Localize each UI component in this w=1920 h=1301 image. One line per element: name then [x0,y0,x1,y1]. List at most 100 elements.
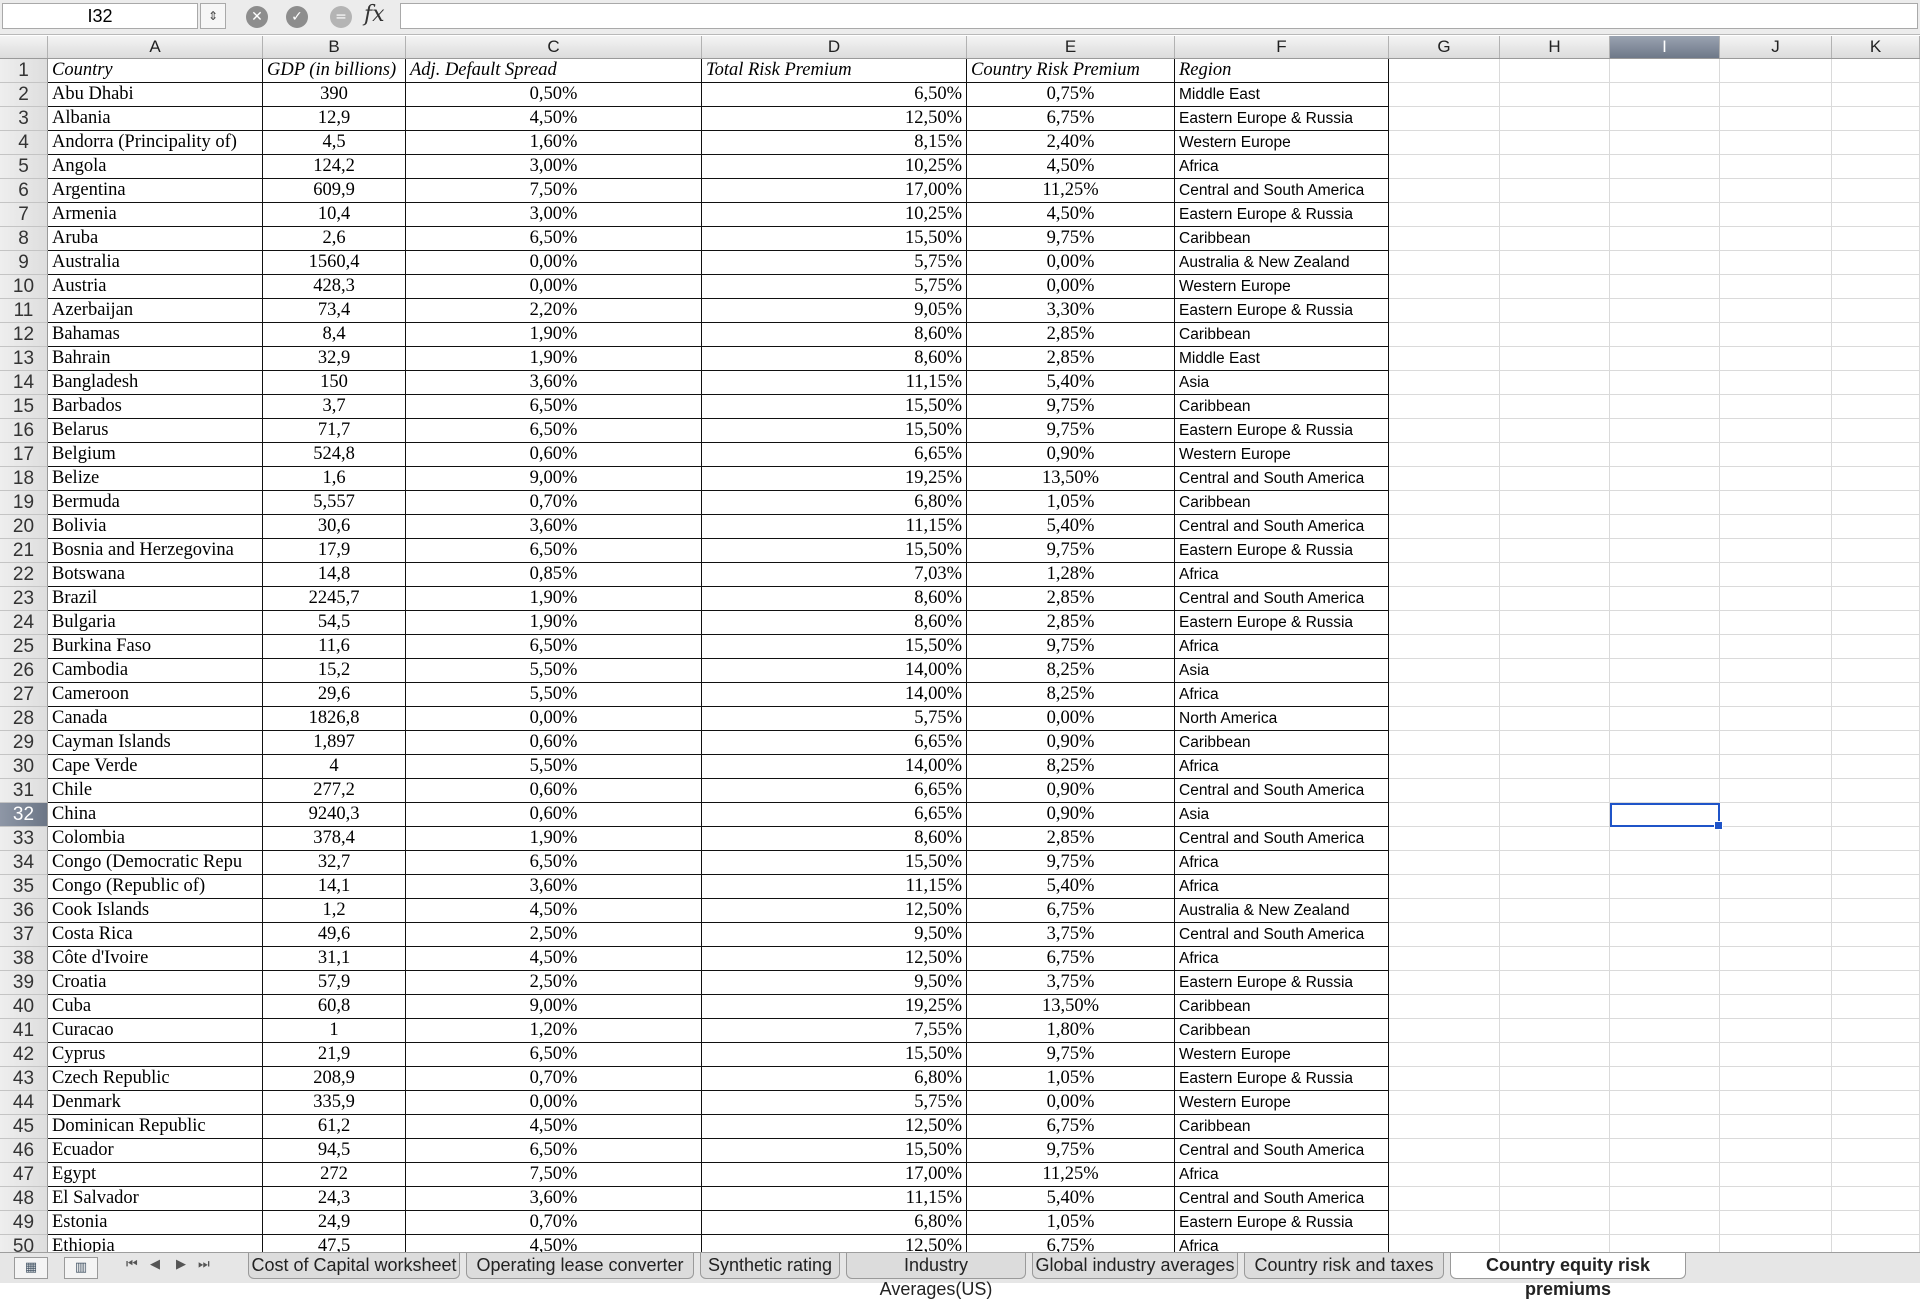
cell-empty[interactable] [1610,707,1720,731]
cell-crp[interactable]: 9,75% [967,1139,1175,1163]
cell-region[interactable]: Eastern Europe & Russia [1175,539,1389,563]
column-header-j[interactable]: J [1720,36,1832,58]
cell-trp[interactable]: 8,60% [702,827,967,851]
cell-empty[interactable] [1389,875,1500,899]
cell-crp[interactable]: 2,85% [967,347,1175,371]
cell-empty[interactable] [1389,563,1500,587]
row-number[interactable]: 20 [0,515,48,539]
cell-gdp[interactable]: 150 [263,371,406,395]
cell-empty[interactable] [1832,347,1920,371]
cell-spread[interactable]: Adj. Default Spread [406,59,702,83]
select-all-corner[interactable] [0,36,48,58]
cell-empty[interactable] [1720,587,1832,611]
cell-empty[interactable] [1610,875,1720,899]
cell-empty[interactable] [1832,779,1920,803]
cell-country[interactable]: Czech Republic [48,1067,263,1091]
cell-crp[interactable]: 1,05% [967,1211,1175,1235]
cell-empty[interactable] [1720,563,1832,587]
cell-region[interactable]: Caribbean [1175,227,1389,251]
cell-empty[interactable] [1610,1043,1720,1067]
cell-spread[interactable]: 0,60% [406,803,702,827]
cell-crp[interactable]: 11,25% [967,179,1175,203]
row-number[interactable]: 31 [0,779,48,803]
cell-empty[interactable] [1720,923,1832,947]
cell-empty[interactable] [1500,371,1610,395]
cell-empty[interactable] [1389,179,1500,203]
cell-region[interactable]: North America [1175,707,1389,731]
function-wizard-icon[interactable]: = [330,6,352,28]
cell-region[interactable]: Eastern Europe & Russia [1175,1211,1389,1235]
cell-empty[interactable] [1720,251,1832,275]
cell-empty[interactable] [1500,995,1610,1019]
cell-empty[interactable] [1500,1019,1610,1043]
cell-region[interactable]: Australia & New Zealand [1175,251,1389,275]
cell-empty[interactable] [1500,899,1610,923]
cell-empty[interactable] [1720,419,1832,443]
cell-empty[interactable] [1610,947,1720,971]
cell-trp[interactable]: 12,50% [702,107,967,131]
cell-spread[interactable]: 0,70% [406,491,702,515]
cell-gdp[interactable]: 2245,7 [263,587,406,611]
row-number[interactable]: 27 [0,683,48,707]
cell-empty[interactable] [1720,1115,1832,1139]
cell-gdp[interactable]: 1,2 [263,899,406,923]
cell-crp[interactable]: 0,90% [967,731,1175,755]
cell-country[interactable]: Cuba [48,995,263,1019]
cell-country[interactable]: Bahrain [48,347,263,371]
cell-empty[interactable] [1500,227,1610,251]
cell-empty[interactable] [1500,515,1610,539]
row-number[interactable]: 19 [0,491,48,515]
row-number[interactable]: 10 [0,275,48,299]
cell-empty[interactable] [1500,1139,1610,1163]
cell-trp[interactable]: 9,50% [702,923,967,947]
cell-gdp[interactable]: 1,6 [263,467,406,491]
cell-empty[interactable] [1500,443,1610,467]
cell-crp[interactable]: 11,25% [967,1163,1175,1187]
cell-trp[interactable]: 15,50% [702,395,967,419]
cell-crp[interactable]: 8,25% [967,755,1175,779]
cell-region[interactable]: Middle East [1175,347,1389,371]
cancel-x-icon[interactable]: ✕ [246,6,268,28]
cell-crp[interactable]: 9,75% [967,419,1175,443]
cell-crp[interactable]: 2,85% [967,323,1175,347]
row-number[interactable]: 4 [0,131,48,155]
cell-trp[interactable]: 6,80% [702,1211,967,1235]
cell-empty[interactable] [1832,203,1920,227]
cell-empty[interactable] [1389,299,1500,323]
cell-crp[interactable]: 3,30% [967,299,1175,323]
cell-empty[interactable] [1500,779,1610,803]
cell-empty[interactable] [1720,947,1832,971]
cell-crp[interactable]: 6,75% [967,899,1175,923]
cell-trp[interactable]: 5,75% [702,1091,967,1115]
cell-empty[interactable] [1832,155,1920,179]
cell-gdp[interactable]: 94,5 [263,1139,406,1163]
cell-empty[interactable] [1389,707,1500,731]
cell-country[interactable]: Angola [48,155,263,179]
cell-empty[interactable] [1389,971,1500,995]
cell-trp[interactable]: 8,60% [702,587,967,611]
row-number[interactable]: 17 [0,443,48,467]
cell-empty[interactable] [1610,1163,1720,1187]
row-number[interactable]: 32 [0,803,48,827]
cell-empty[interactable] [1610,179,1720,203]
cell-empty[interactable] [1720,443,1832,467]
cell-empty[interactable] [1832,611,1920,635]
cell-empty[interactable] [1389,83,1500,107]
cell-empty[interactable] [1720,395,1832,419]
column-header-b[interactable]: B [263,36,406,58]
cell-empty[interactable] [1500,155,1610,179]
cell-empty[interactable] [1389,347,1500,371]
cell-empty[interactable] [1389,539,1500,563]
cell-empty[interactable] [1610,779,1720,803]
cell-empty[interactable] [1832,251,1920,275]
cell-gdp[interactable]: 272 [263,1163,406,1187]
cell-trp[interactable]: 12,50% [702,1115,967,1139]
cell-empty[interactable] [1832,1115,1920,1139]
cell-crp[interactable]: 8,25% [967,683,1175,707]
cell-region[interactable]: Asia [1175,803,1389,827]
cell-empty[interactable] [1720,1043,1832,1067]
cell-country[interactable]: Aruba [48,227,263,251]
cell-empty[interactable] [1720,515,1832,539]
cell-trp[interactable]: 15,50% [702,1043,967,1067]
cell-empty[interactable] [1500,587,1610,611]
